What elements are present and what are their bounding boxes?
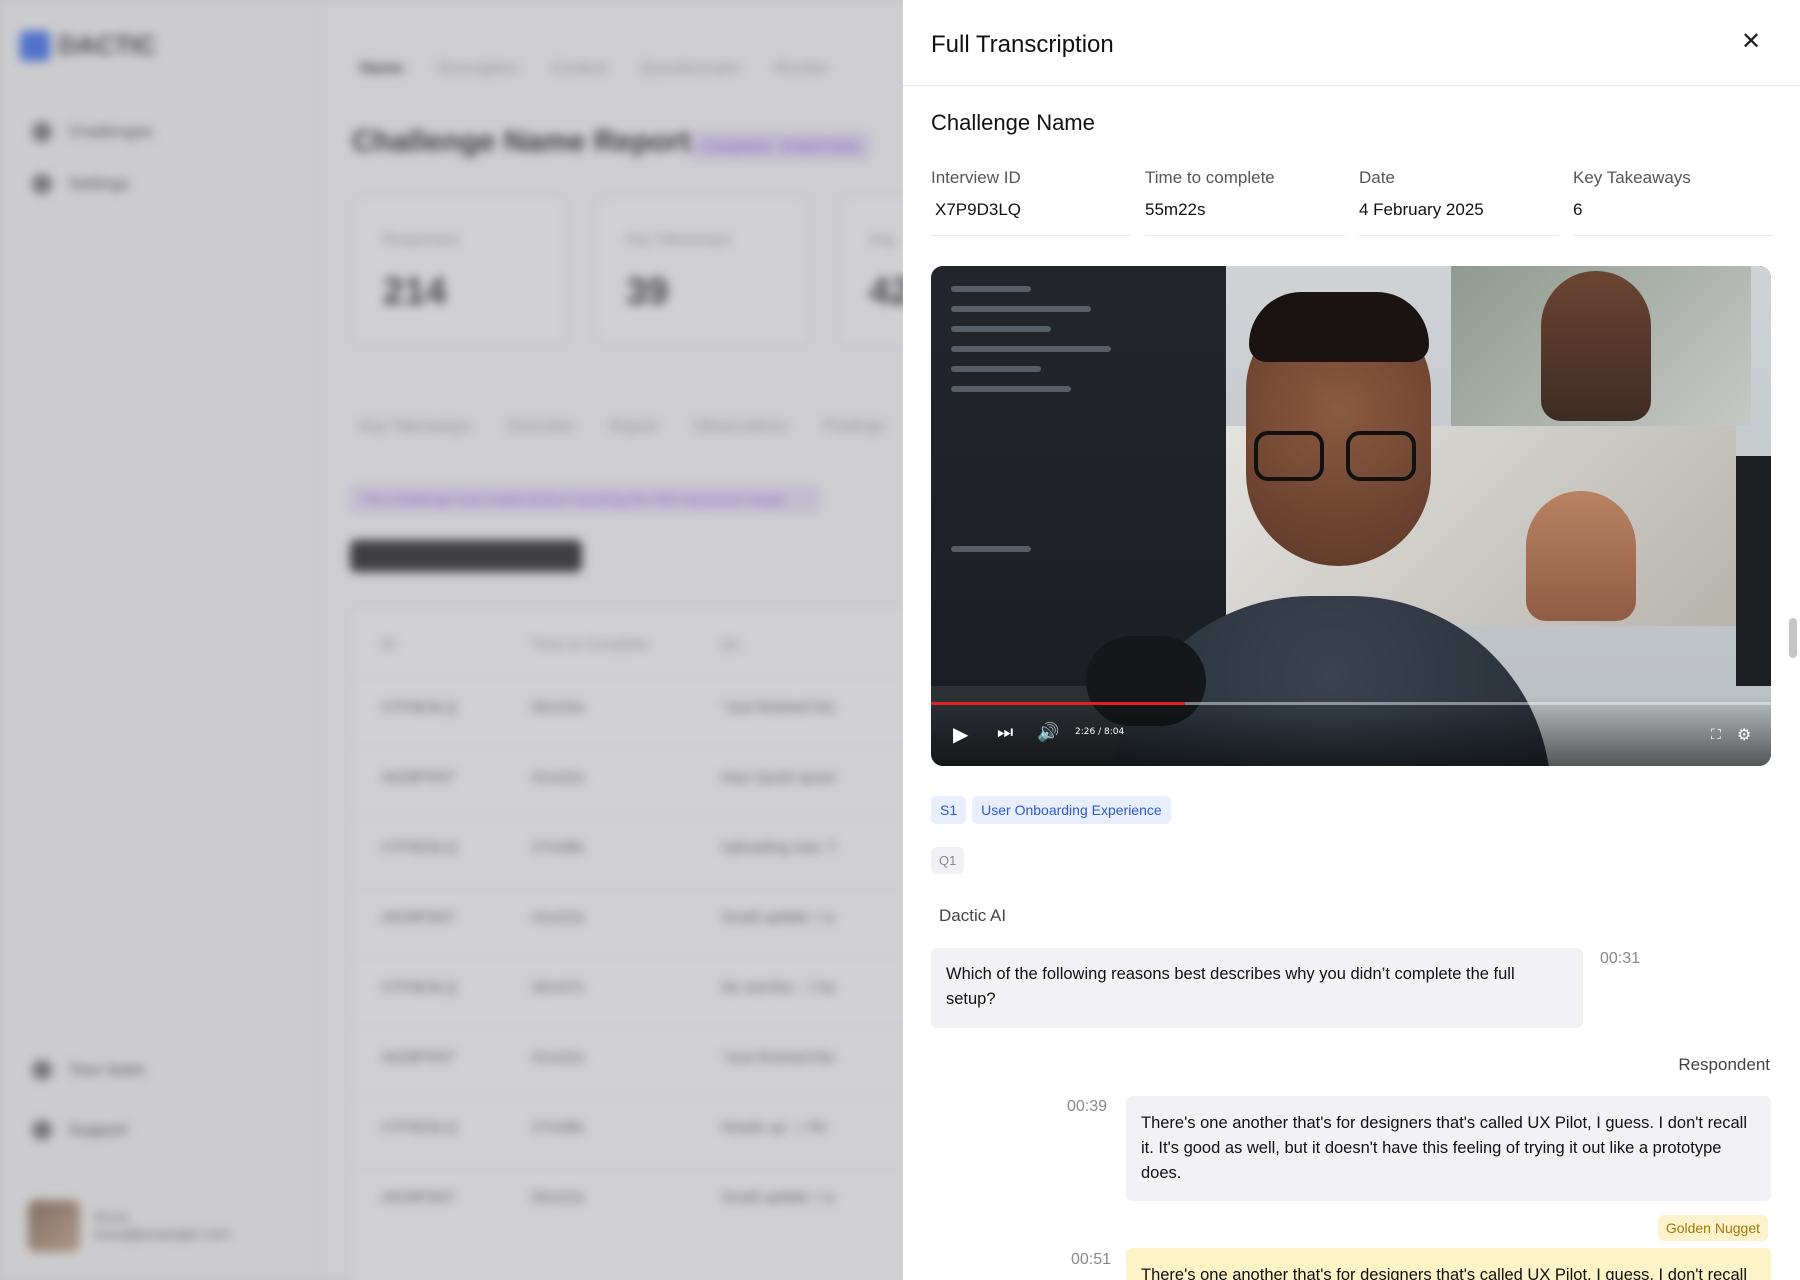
- drawer-header: Full Transcription ✕: [903, 0, 1800, 86]
- video-progress: [931, 702, 1185, 705]
- meta-interview-id: Interview ID X7P9D3LQ: [931, 168, 1131, 236]
- respondent-message-highlighted: There's one another that's for designers…: [1126, 1248, 1771, 1280]
- video-time: 2:26 / 8:04: [1075, 727, 1125, 737]
- speaker-label: Dactic AI: [939, 906, 1007, 925]
- video-seek-bar[interactable]: [931, 702, 1771, 705]
- interview-meta: Interview ID X7P9D3LQ Time to complete 5…: [931, 168, 1773, 236]
- meta-label: Key Takeaways: [1573, 168, 1691, 187]
- speaker-label: Respondent: [1678, 1055, 1770, 1074]
- video-controls: ▶ ⏭ 🔊 2:26 / 8:04 ⛶ ⚙: [931, 696, 1771, 766]
- scrollbar[interactable]: [1789, 618, 1797, 658]
- respondent-message: There's one another that's for designers…: [1126, 1096, 1771, 1201]
- section-label-tag: User Onboarding Experience: [972, 796, 1171, 824]
- meta-label: Interview ID: [931, 168, 1021, 187]
- challenge-name: Challenge Name: [931, 110, 1095, 135]
- transcription-drawer: Full Transcription ✕ Challenge Name Inte…: [903, 0, 1800, 1280]
- timestamp[interactable]: 00:31: [1600, 950, 1640, 968]
- fullscreen-icon[interactable]: ⛶: [1711, 726, 1721, 743]
- meta-label: Date: [1359, 168, 1395, 187]
- play-icon[interactable]: ▶: [953, 722, 968, 747]
- meta-key-takeaways: Key Takeaways 6: [1573, 168, 1773, 236]
- timestamp[interactable]: 00:51: [1071, 1251, 1111, 1269]
- timestamp[interactable]: 00:39: [1067, 1098, 1107, 1116]
- golden-nugget-badge: Golden Nugget: [1657, 1215, 1768, 1241]
- meta-date: Date 4 February 2025: [1359, 168, 1559, 236]
- close-icon: ✕: [1740, 27, 1762, 55]
- settings-gear-icon[interactable]: ⚙: [1737, 725, 1751, 745]
- meta-label: Time to complete: [1145, 168, 1275, 187]
- meta-value: 55m22s: [1145, 200, 1206, 219]
- section-tags: S1 User Onboarding Experience: [931, 796, 1171, 824]
- meta-time-to-complete: Time to complete 55m22s: [1145, 168, 1345, 236]
- section-tag: S1: [931, 796, 967, 824]
- video-player[interactable]: ▶ ⏭ 🔊 2:26 / 8:04 ⛶ ⚙: [931, 266, 1771, 766]
- next-icon[interactable]: ⏭: [997, 722, 1013, 743]
- volume-icon[interactable]: 🔊: [1037, 722, 1059, 743]
- close-button[interactable]: ✕: [1736, 26, 1766, 56]
- meta-value: X7P9D3LQ: [935, 200, 1021, 219]
- meta-value: 4 February 2025: [1359, 200, 1484, 219]
- video-frame-monitor: [931, 266, 1226, 686]
- question-tag: Q1: [931, 847, 965, 874]
- drawer-title: Full Transcription: [931, 31, 1114, 58]
- meta-value: 6: [1573, 200, 1583, 219]
- ai-message: Which of the following reasons best desc…: [931, 948, 1583, 1028]
